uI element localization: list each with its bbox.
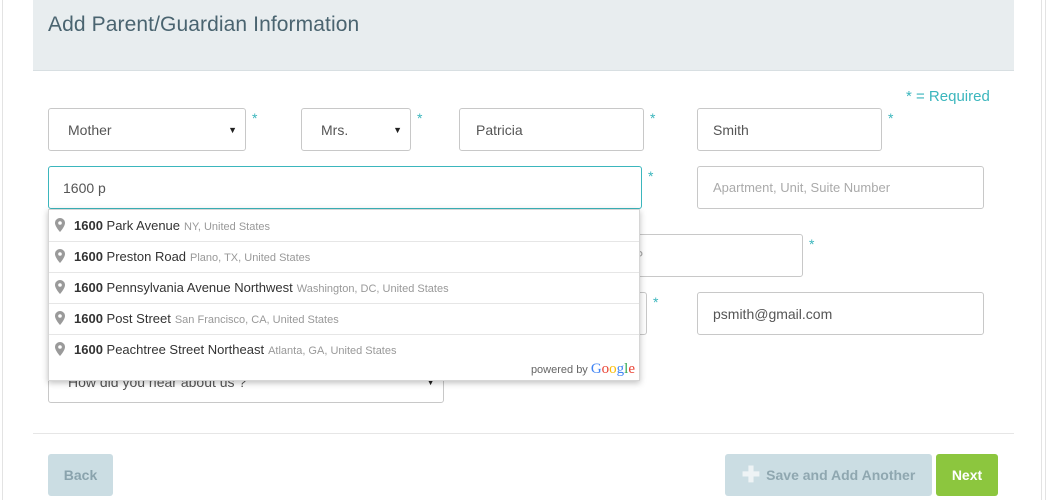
save-and-add-another-label: Save and Add Another [766, 467, 916, 483]
footer-divider [33, 433, 1014, 434]
autocomplete-item[interactable]: 1600 Preston Road Plano, TX, United State… [49, 241, 639, 273]
autocomplete-item[interactable]: 1600 Park Avenue NY, United States [49, 210, 639, 242]
autocomplete-rest: Preston Road [102, 249, 187, 264]
autocomplete-match: 1600 [74, 342, 103, 357]
autocomplete-item[interactable]: 1600 Post Street San Francisco, CA, Unite… [49, 303, 639, 335]
autocomplete-rest: Post Street [102, 311, 171, 326]
google-logo: Google [590, 361, 635, 377]
powered-by-google: powered by Google [531, 361, 635, 378]
required-legend: * = Required [906, 88, 990, 105]
required-star: * [252, 110, 258, 126]
plus-icon: ✚ [741, 462, 761, 487]
page-border-left [2, 0, 3, 500]
autocomplete-text: 1600 Preston Road Plano, TX, United State… [74, 249, 310, 264]
address2-placeholder: Apartment, Unit, Suite Number [713, 180, 891, 195]
last-name-field[interactable]: Smith [697, 108, 882, 151]
autocomplete-rest: Pennsylvania Avenue Northwest [102, 280, 293, 295]
email-value: psmith@gmail.com [713, 305, 833, 322]
next-button-label: Next [951, 467, 983, 483]
first-name-field[interactable]: Patricia [459, 108, 644, 151]
autocomplete-text: 1600 Peachtree Street Northeast Atlanta, … [74, 342, 396, 357]
relationship-value: Mother [68, 121, 112, 138]
page-title: Add Parent/Guardian Information [48, 13, 360, 36]
required-star: * [809, 236, 815, 252]
autocomplete-match: 1600 [74, 280, 103, 295]
map-pin-icon [55, 218, 65, 232]
autocomplete-secondary: Atlanta, GA, United States [268, 345, 397, 357]
autocomplete-rest: Park Avenue [102, 218, 181, 233]
autocomplete-match: 1600 [74, 311, 103, 326]
address-field[interactable]: 1600 p [48, 166, 642, 209]
required-star: * [888, 110, 894, 126]
autocomplete-text: 1600 Park Avenue NY, United States [74, 218, 270, 233]
autocomplete-text: 1600 Pennsylvania Avenue Northwest Washin… [74, 280, 449, 295]
autocomplete-match: 1600 [74, 218, 103, 233]
autocomplete-item[interactable]: 1600 Pennsylvania Avenue Northwest Washin… [49, 272, 639, 304]
relationship-select[interactable]: Mother ▼ [48, 108, 246, 151]
required-star: * [650, 110, 656, 126]
required-star: * [417, 110, 423, 126]
required-star: * [653, 294, 659, 310]
first-name-value: Patricia [476, 121, 523, 138]
caret-down-icon: ▼ [228, 124, 237, 135]
autocomplete-match: 1600 [74, 249, 103, 264]
autocomplete-rest: Peachtree Street Northeast [102, 342, 265, 357]
map-pin-icon [55, 311, 65, 325]
section-header: Add Parent/Guardian Information [33, 0, 1014, 71]
address2-field[interactable]: Apartment, Unit, Suite Number [697, 166, 984, 209]
page: Add Parent/Guardian Information * = Requ… [0, 0, 1048, 500]
autocomplete-secondary: Plano, TX, United States [190, 252, 311, 264]
autocomplete-secondary: Washington, DC, United States [296, 283, 449, 295]
address-autocomplete-dropdown: 1600 Park Avenue NY, United States 1600 P… [48, 209, 640, 381]
back-button-label: Back [63, 467, 98, 483]
map-pin-icon [55, 249, 65, 263]
save-and-add-another-button[interactable]: ✚ Save and Add Another [725, 454, 932, 496]
autocomplete-secondary: NY, United States [184, 221, 271, 233]
address-value: 1600 p [63, 179, 106, 196]
map-pin-icon [55, 342, 65, 356]
scroll-edge [1045, 0, 1046, 500]
page-border-right [1041, 0, 1042, 500]
caret-down-icon: ▼ [393, 124, 402, 135]
autocomplete-text: 1600 Post Street San Francisco, CA, Unite… [74, 311, 339, 326]
powered-by-text: powered by [530, 364, 588, 376]
autocomplete-secondary: San Francisco, CA, United States [174, 314, 339, 326]
next-button[interactable]: Next [936, 454, 998, 496]
email-field[interactable]: psmith@gmail.com [697, 292, 984, 335]
salutation-select[interactable]: Mrs. ▼ [301, 108, 411, 151]
last-name-value: Smith [713, 121, 749, 138]
salutation-value: Mrs. [321, 121, 349, 138]
map-pin-icon [55, 280, 65, 294]
back-button[interactable]: Back [48, 454, 113, 496]
required-star: * [648, 168, 654, 184]
